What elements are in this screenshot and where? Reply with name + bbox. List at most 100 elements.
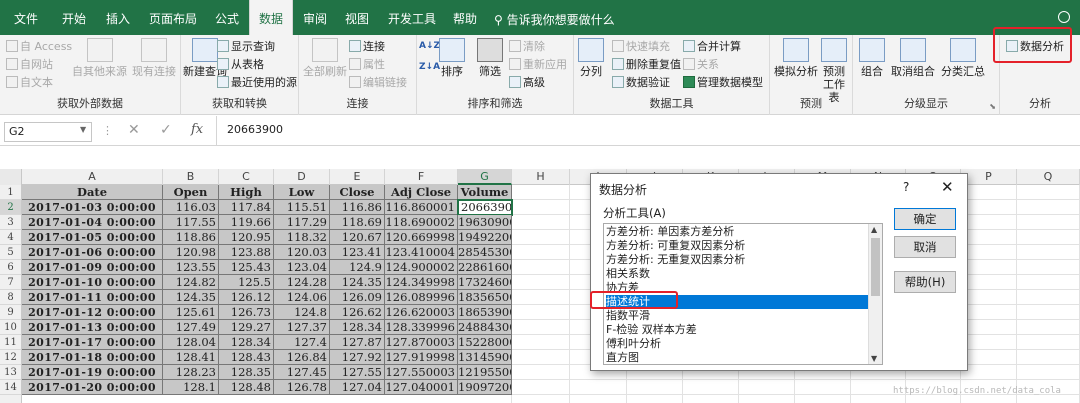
- cell[interactable]: 116.86: [330, 200, 385, 215]
- cell[interactable]: 115.51: [274, 200, 330, 215]
- cell[interactable]: 127.870003: [385, 335, 458, 350]
- tab-home[interactable]: 开始: [62, 0, 86, 35]
- manage-data-model-button[interactable]: 管理数据模型: [683, 74, 763, 90]
- flash-fill-button[interactable]: 快速填充: [612, 38, 670, 54]
- cell[interactable]: 128.04: [163, 335, 219, 350]
- cell[interactable]: 128.23: [163, 365, 219, 380]
- cell[interactable]: 24884300: [458, 320, 512, 335]
- tab-review[interactable]: 审阅: [303, 0, 327, 35]
- tab-developer[interactable]: 开发工具: [388, 0, 436, 35]
- column-title-cell[interactable]: Low: [274, 185, 330, 200]
- column-header[interactable]: E: [330, 169, 385, 185]
- cell[interactable]: 123.04: [274, 260, 330, 275]
- cell[interactable]: 116.03: [163, 200, 219, 215]
- filter-button[interactable]: 筛选: [477, 38, 503, 78]
- cell[interactable]: 128.48: [219, 380, 274, 395]
- cell[interactable]: 127.49: [163, 320, 219, 335]
- cell[interactable]: 127.55: [330, 365, 385, 380]
- cell[interactable]: 120.67: [330, 230, 385, 245]
- cell[interactable]: 118.690002: [385, 215, 458, 230]
- cell[interactable]: 124.82: [163, 275, 219, 290]
- cell[interactable]: 126.78: [274, 380, 330, 395]
- cell[interactable]: 123.41: [330, 245, 385, 260]
- cell[interactable]: 128.1: [163, 380, 219, 395]
- column-title-cell[interactable]: Volume: [458, 185, 512, 200]
- connections-button[interactable]: 连接: [349, 38, 385, 54]
- cell[interactable]: 128.35: [219, 365, 274, 380]
- tab-view[interactable]: 视图: [345, 0, 369, 35]
- analysis-tool-item[interactable]: 傅利叶分析: [606, 337, 868, 351]
- row-header[interactable]: 3: [0, 215, 21, 230]
- scroll-down-icon[interactable]: ▼: [871, 354, 877, 363]
- existing-connections-button[interactable]: 现有连接: [132, 38, 176, 78]
- cell[interactable]: 2017-01-19 0:00:00: [22, 365, 163, 380]
- cell[interactable]: 2017-01-03 0:00:00: [22, 200, 163, 215]
- name-box[interactable]: G2: [4, 122, 92, 142]
- enter-icon[interactable]: ✓: [160, 122, 172, 138]
- cell[interactable]: 118.32: [274, 230, 330, 245]
- row-header[interactable]: 5: [0, 245, 21, 260]
- column-title-cell[interactable]: High: [219, 185, 274, 200]
- from-access-button[interactable]: 自 Access: [6, 38, 72, 54]
- column-title-cell[interactable]: Close: [330, 185, 385, 200]
- cell[interactable]: 128.41: [163, 350, 219, 365]
- cell[interactable]: 22861600: [458, 260, 512, 275]
- column-title-cell[interactable]: Open: [163, 185, 219, 200]
- ungroup-button[interactable]: 取消组合: [891, 38, 935, 78]
- relationships-button[interactable]: 关系: [683, 56, 719, 72]
- cell[interactable]: 117.29: [274, 215, 330, 230]
- group-button[interactable]: 组合: [859, 38, 885, 78]
- cell[interactable]: 124.28: [274, 275, 330, 290]
- cell[interactable]: 129.27: [219, 320, 274, 335]
- cell[interactable]: 124.9: [330, 260, 385, 275]
- cell[interactable]: 19630900: [458, 215, 512, 230]
- tab-file[interactable]: 文件: [14, 0, 38, 35]
- cell[interactable]: 120.669998: [385, 230, 458, 245]
- cell[interactable]: 116.860001: [385, 200, 458, 215]
- sort-az-button[interactable]: A↓Z: [419, 41, 440, 51]
- cell[interactable]: 128.339996: [385, 320, 458, 335]
- row-header[interactable]: 2: [0, 200, 21, 215]
- cell[interactable]: 127.45: [274, 365, 330, 380]
- scroll-thumb[interactable]: [871, 238, 880, 296]
- sort-za-button[interactable]: Z↓A: [419, 62, 440, 72]
- cell[interactable]: 2017-01-13 0:00:00: [22, 320, 163, 335]
- consolidate-button[interactable]: 合并计算: [683, 38, 741, 54]
- cell[interactable]: 126.73: [219, 305, 274, 320]
- cell[interactable]: 120.03: [274, 245, 330, 260]
- column-header[interactable]: B: [163, 169, 219, 185]
- row-header[interactable]: 11: [0, 335, 21, 350]
- from-table-button[interactable]: 从表格: [217, 56, 264, 72]
- column-header[interactable]: D: [274, 169, 330, 185]
- cell[interactable]: 127.87: [330, 335, 385, 350]
- subtotal-button[interactable]: 分类汇总: [941, 38, 985, 78]
- cell[interactable]: 124.35: [330, 275, 385, 290]
- analysis-tool-item[interactable]: 指数平滑: [606, 309, 868, 323]
- cell[interactable]: 2017-01-18 0:00:00: [22, 350, 163, 365]
- cell[interactable]: 125.43: [219, 260, 274, 275]
- row-header[interactable]: 12: [0, 350, 21, 365]
- analysis-tool-item[interactable]: 直方图: [606, 351, 868, 364]
- formula-input[interactable]: 20663900: [216, 116, 1080, 146]
- column-title-cell[interactable]: Date: [22, 185, 163, 200]
- chevron-down-icon[interactable]: ▼: [80, 125, 86, 134]
- cell[interactable]: 127.040001: [385, 380, 458, 395]
- cell[interactable]: 128.43: [219, 350, 274, 365]
- scroll-up-icon[interactable]: ▲: [871, 225, 877, 234]
- cancel-button[interactable]: 取消: [894, 236, 956, 258]
- cell[interactable]: 2017-01-11 0:00:00: [22, 290, 163, 305]
- cell[interactable]: 2017-01-12 0:00:00: [22, 305, 163, 320]
- tab-formulas[interactable]: 公式: [215, 0, 239, 35]
- cell[interactable]: 28545300: [458, 245, 512, 260]
- row-header[interactable]: 7: [0, 275, 21, 290]
- cell[interactable]: 126.089996: [385, 290, 458, 305]
- from-web-button[interactable]: 自网站: [6, 56, 53, 72]
- row-header[interactable]: 8: [0, 290, 21, 305]
- from-text-button[interactable]: 自文本: [6, 74, 53, 90]
- cell[interactable]: 126.12: [219, 290, 274, 305]
- user-icon[interactable]: [1058, 11, 1070, 23]
- cell[interactable]: 124.900002: [385, 260, 458, 275]
- row-header[interactable]: 9: [0, 305, 21, 320]
- cell[interactable]: 119.66: [219, 215, 274, 230]
- cell[interactable]: 124.35: [163, 290, 219, 305]
